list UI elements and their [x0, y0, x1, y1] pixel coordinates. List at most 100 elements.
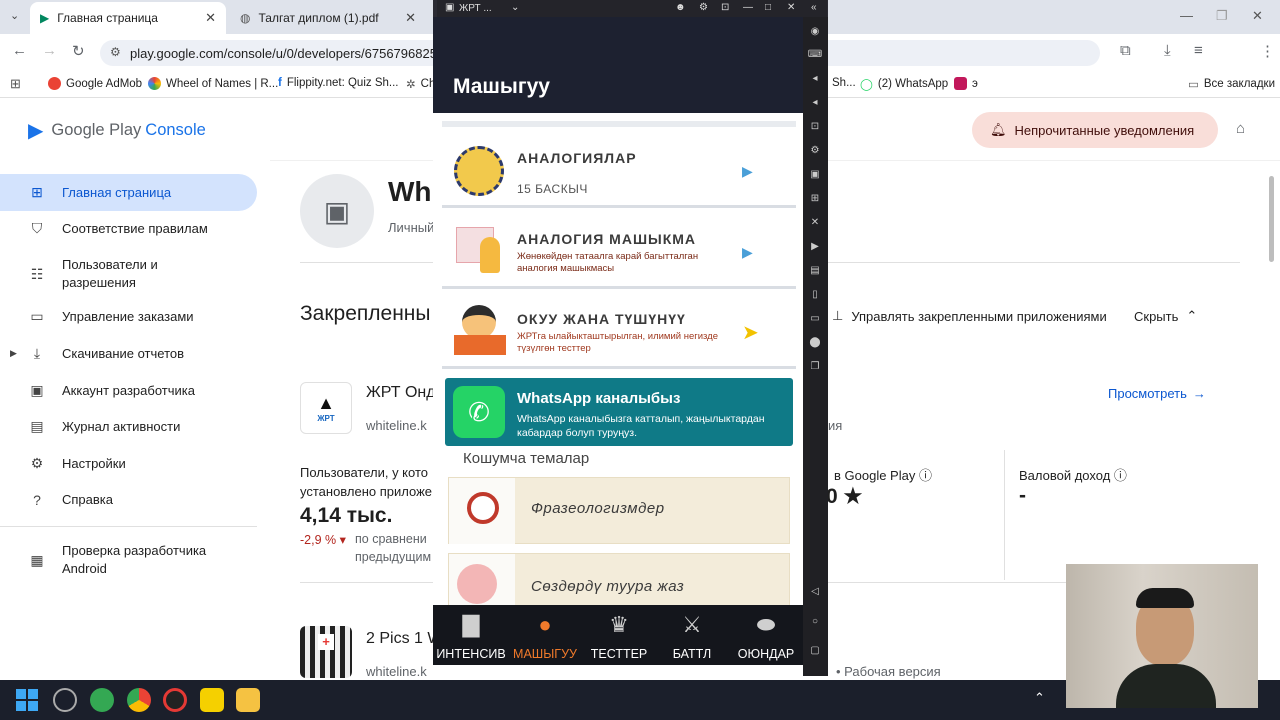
sidebar-item-activity-log[interactable]: ▤ Журнал активности: [0, 408, 257, 445]
multi-instance-icon[interactable]: ❐: [807, 361, 823, 375]
nav-tests[interactable]: ТЕСТТЕР: [582, 647, 656, 661]
app-icon-2pics[interactable]: +: [300, 626, 352, 678]
app-status-2pics: • Рабочая версия: [836, 664, 941, 679]
keyboard-icon[interactable]: ⌨: [807, 49, 823, 63]
location-icon[interactable]: ⬤: [807, 337, 823, 351]
download-icon[interactable]: ⤓: [1164, 42, 1171, 59]
info-icon[interactable]: ⓘ: [919, 468, 932, 483]
menu-kebab-icon[interactable]: ⋮: [1260, 42, 1275, 60]
view-app-link[interactable]: Просмотреть →: [1108, 386, 1206, 401]
record-icon[interactable]: ▣: [807, 169, 823, 183]
android-home-icon[interactable]: ○: [807, 616, 823, 630]
nav-intensive[interactable]: ИНТЕНСИВ: [434, 647, 508, 661]
chrome-icon[interactable]: [127, 688, 151, 712]
nav-battle[interactable]: БАТТЛ: [655, 647, 729, 661]
close-tab-icon[interactable]: ✕: [405, 10, 416, 26]
close-tab-icon[interactable]: ✕: [205, 10, 216, 26]
emulator-maximize-icon[interactable]: □: [765, 2, 771, 13]
rotate-icon[interactable]: ▯: [807, 289, 823, 303]
sidebar-item-reports[interactable]: ▶ ⤓ Скачивание отчетов: [0, 335, 257, 372]
app-name-2pics[interactable]: 2 Pics 1 W: [366, 630, 442, 648]
media-icon[interactable]: ≡: [1194, 42, 1203, 59]
android-back-icon[interactable]: ◁: [807, 586, 823, 600]
minimize-window-icon[interactable]: —: [1180, 8, 1193, 23]
forward-icon[interactable]: →: [42, 42, 57, 59]
emulator-screenshot-icon[interactable]: ⊡: [721, 2, 729, 13]
shake-icon[interactable]: ✕: [807, 217, 823, 231]
virtualbox-icon[interactable]: [53, 688, 77, 712]
inbox-icon[interactable]: ⌂: [1236, 120, 1245, 137]
bookmark-wheel[interactable]: Wheel of Names | R...: [148, 77, 278, 90]
expand-arrow-icon[interactable]: ▶: [10, 348, 17, 359]
sidebar-item-dev-verification[interactable]: ▦ Проверка разработчика Android: [0, 540, 257, 580]
manage-pinned-link[interactable]: ⊥ Управлять закрепленными приложениями: [832, 308, 1107, 324]
bluestacks-icon[interactable]: [200, 688, 224, 712]
extra-topics-label: Кошумча темалар: [463, 450, 590, 467]
bookmark-flippity[interactable]: f Flippity.net: Quiz Sh...: [278, 77, 398, 89]
volume-up-icon[interactable]: ◂: [807, 73, 823, 87]
app-icon-jrt[interactable]: ▲ ЖРТ: [300, 382, 352, 434]
sidebar-item-users[interactable]: ☷ Пользователи и разрешения: [0, 254, 257, 294]
back-icon[interactable]: ←: [12, 42, 27, 59]
macro-icon[interactable]: ⚙: [807, 145, 823, 159]
all-bookmarks[interactable]: ▭ Все закладки: [1188, 77, 1275, 91]
recorder-icon[interactable]: [163, 688, 187, 712]
play-icon[interactable]: ▶: [742, 244, 753, 261]
emulator-collapse-icon[interactable]: «: [811, 2, 817, 13]
volume-down-icon[interactable]: ◂: [807, 97, 823, 111]
scrollbar-thumb[interactable]: [1269, 176, 1274, 262]
info-icon[interactable]: ⓘ: [1114, 468, 1127, 483]
site-info-icon[interactable]: ⚙: [110, 45, 121, 59]
close-window-icon[interactable]: ✕: [1252, 8, 1263, 24]
bookmark-sh[interactable]: Sh...: [832, 77, 856, 89]
tab-pdf[interactable]: ◍ Талгат диплом (1).pdf ✕: [230, 2, 426, 34]
app-name-jrt[interactable]: ЖРТ Онд: [366, 384, 436, 402]
main-scrollbar[interactable]: [1269, 162, 1275, 672]
play-logo-icon: ▶: [28, 120, 44, 142]
bookmark-e[interactable]: э: [954, 77, 978, 90]
video-icon[interactable]: ▶: [807, 241, 823, 255]
emulator-profile-icon[interactable]: ☻: [675, 2, 686, 13]
apk-icon[interactable]: ⊞: [807, 193, 823, 207]
emulator-minimize-icon[interactable]: —: [743, 2, 753, 13]
screenshot-icon[interactable]: ⊡: [807, 121, 823, 135]
tab-main-page[interactable]: ▶ Главная страница ✕: [30, 2, 226, 34]
emulator-settings-icon[interactable]: ⚙: [699, 2, 708, 13]
topic-card-phraseology[interactable]: Фразеологизмдер: [448, 477, 790, 544]
emulator-dropdown-icon[interactable]: ⌄: [511, 2, 519, 13]
extensions-icon[interactable]: ⧉: [1120, 42, 1131, 59]
bookmark-admob[interactable]: Google AdMob: [48, 77, 142, 90]
maximize-window-icon[interactable]: ❐: [1216, 8, 1228, 24]
play-console-logo[interactable]: ▶ Google Play Console: [28, 118, 206, 143]
bookmark-ch[interactable]: ✲ Ch: [406, 77, 435, 91]
play-console-favicon-icon: ▶: [40, 11, 50, 25]
tray-chevron-icon[interactable]: ⌃: [1034, 690, 1045, 706]
unread-notifications-button[interactable]: 🔔︎ Непрочитанные уведомления: [972, 112, 1218, 148]
app-chameleon-icon[interactable]: [90, 688, 114, 712]
users-icon: ☷: [30, 265, 44, 282]
tab-search-icon[interactable]: ⌄: [10, 9, 19, 22]
windows-start-icon[interactable]: [16, 689, 38, 711]
play-icon[interactable]: ▶: [742, 163, 753, 180]
folder-icon[interactable]: ▭: [807, 313, 823, 327]
gear-icon: ⚙: [30, 455, 44, 471]
whatsapp-channel-banner[interactable]: ✆ WhatsApp каналыбыз WhatsApp каналыбызг…: [445, 378, 793, 446]
bookmark-whatsapp[interactable]: ◯ (2) WhatsApp: [860, 77, 948, 91]
nav-practice[interactable]: МАШЫГУУ: [508, 647, 582, 661]
apps-grid-icon[interactable]: ⊞: [10, 76, 21, 92]
reload-icon[interactable]: ↻: [72, 42, 85, 60]
android-recents-icon[interactable]: ▢: [807, 645, 823, 659]
sidebar-item-policy[interactable]: ⛉ Соответствие правилам: [0, 210, 257, 247]
sidebar-item-orders[interactable]: ▭ Управление заказами: [0, 298, 257, 335]
sidebar-item-help[interactable]: ? Справка: [0, 481, 257, 518]
emulator-close-icon[interactable]: ✕: [787, 2, 795, 13]
emulator-tool-icon[interactable]: ◉: [807, 26, 823, 40]
hide-pinned-button[interactable]: Скрыть ⌃: [1134, 308, 1197, 324]
sidebar-item-dev-account[interactable]: ▣ Аккаунт разработчика: [0, 372, 257, 409]
media-folder-icon[interactable]: ▤: [807, 265, 823, 279]
users-stat-compare: по сравнени: [355, 532, 427, 546]
sidebar-item-home[interactable]: ⊞ Главная страница: [0, 174, 257, 211]
sidebar-item-settings[interactable]: ⚙ Настройки: [0, 445, 257, 482]
nav-games[interactable]: ОЮНДАР: [729, 647, 803, 661]
file-explorer-icon[interactable]: [236, 688, 260, 712]
